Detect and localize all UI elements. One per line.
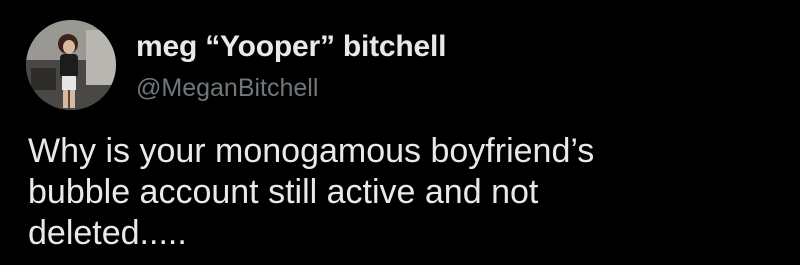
tweet-text-line: Why is your monogamous boyfriend’s — [28, 132, 595, 170]
user-handle[interactable]: @MeganBitchell — [136, 74, 318, 103]
profile-photo-icon — [26, 20, 116, 110]
display-name[interactable]: meg “Yooper” bitchell — [136, 30, 446, 64]
tweet-text-line: bubble account still active and not — [28, 173, 539, 211]
avatar[interactable] — [26, 20, 116, 110]
tweet-text-line: deleted..... — [28, 214, 187, 252]
tweet-card: meg “Yooper” bitchell @MeganBitchell Why… — [0, 0, 800, 265]
tweet-text: Why is your monogamous boyfriend’s bubbl… — [28, 131, 788, 254]
